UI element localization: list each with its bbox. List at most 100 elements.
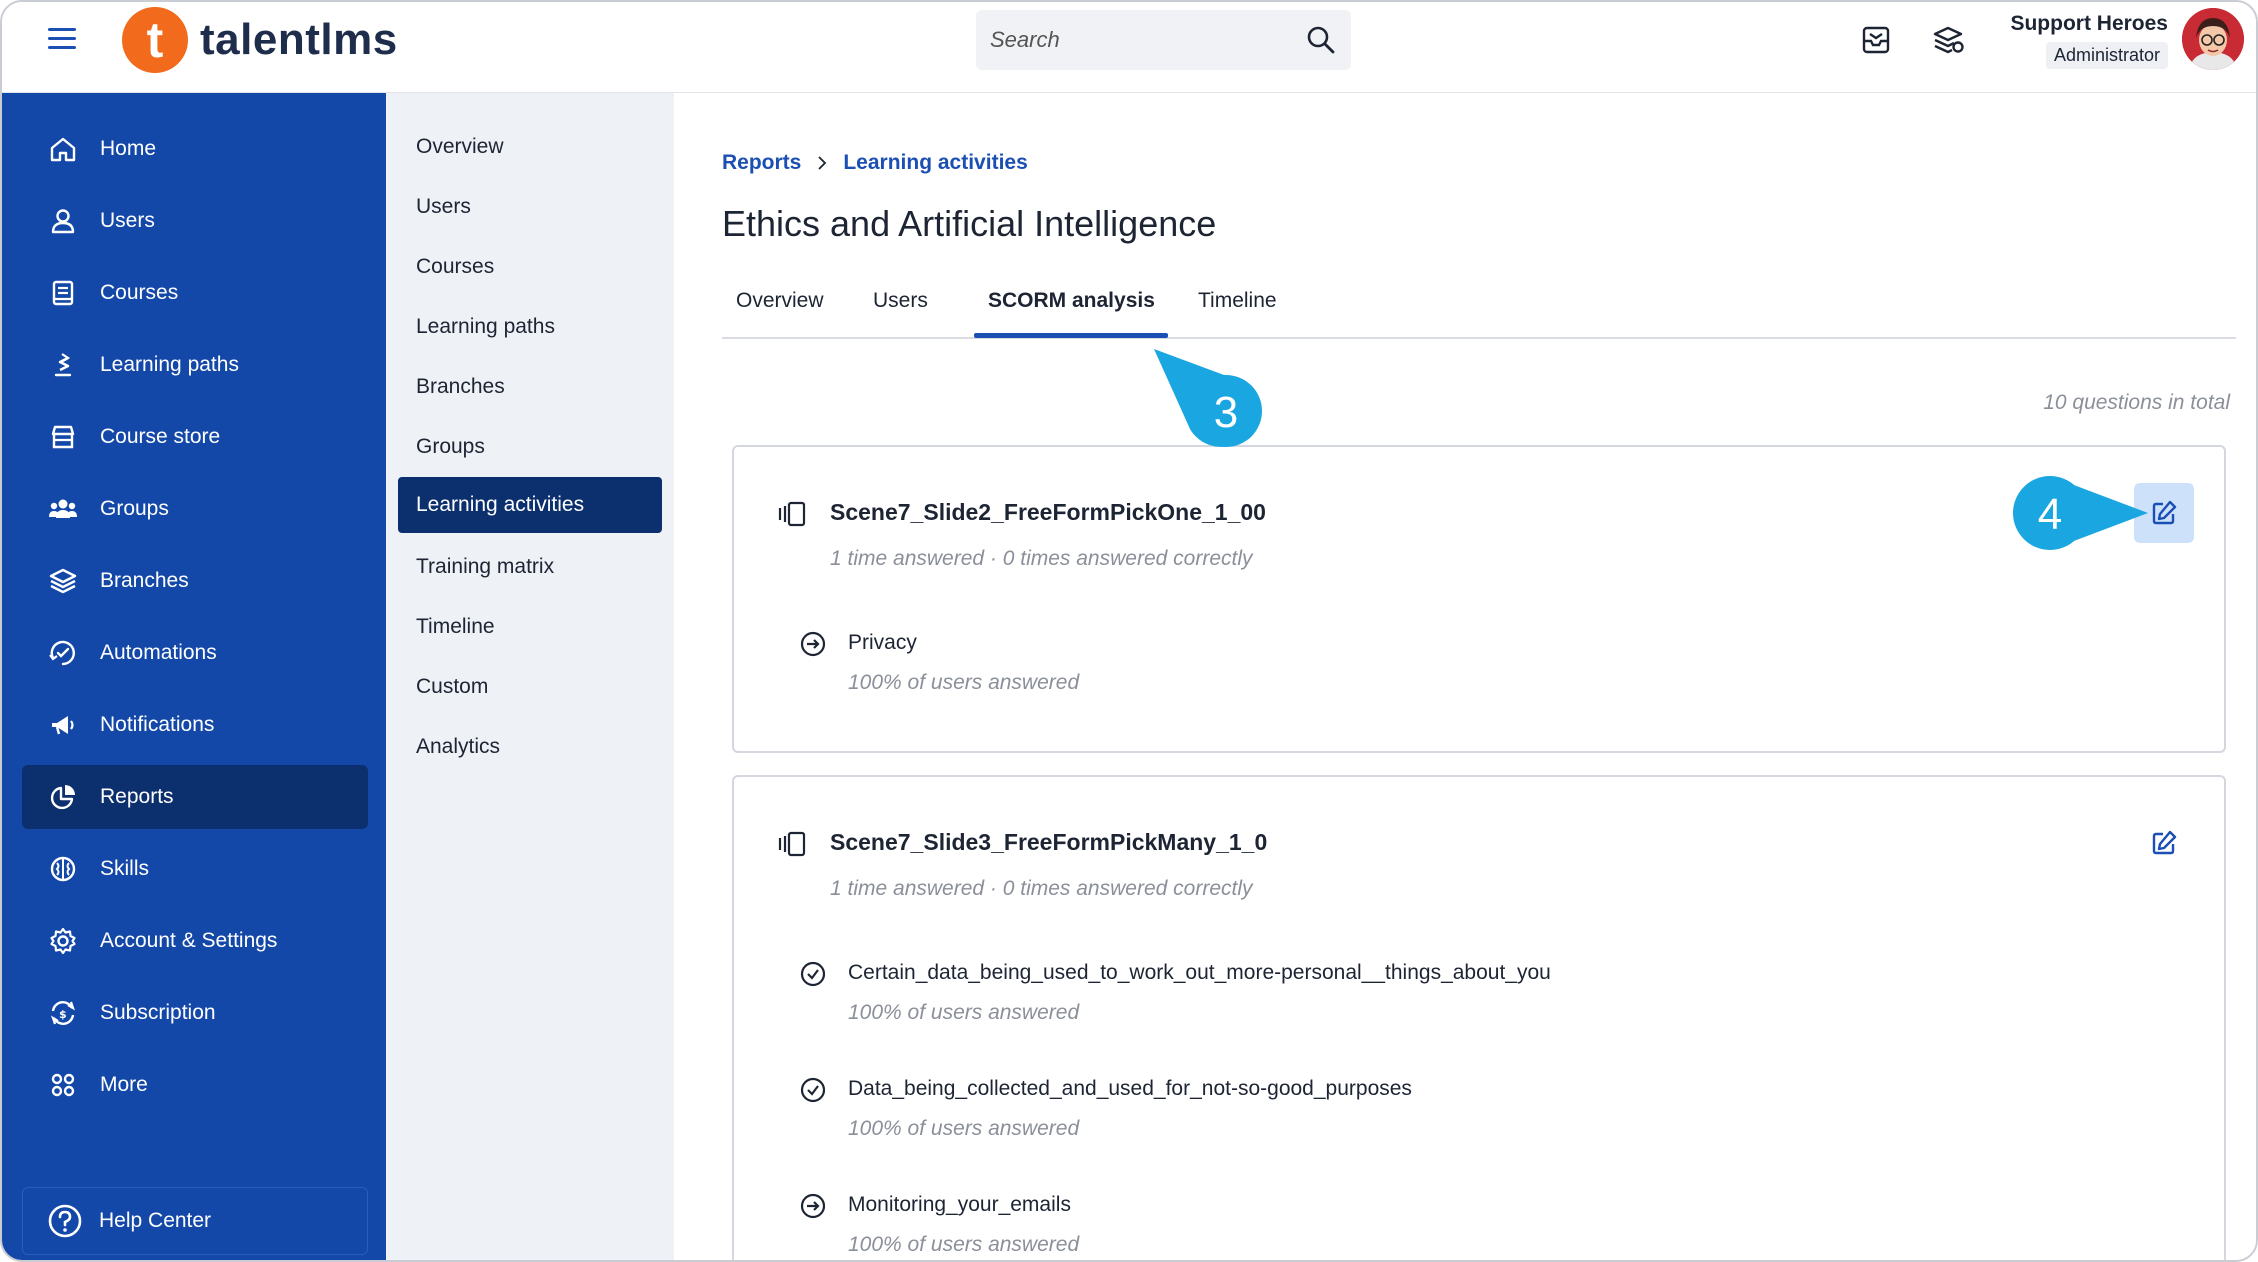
- answer-percentage: 100% of users answered: [848, 671, 1080, 694]
- callout-number: 3: [1214, 388, 1238, 437]
- sidebar-item-skills[interactable]: Skills: [22, 837, 368, 901]
- sidebar-item-label: More: [100, 1073, 148, 1096]
- subnav-item-label: Groups: [416, 435, 485, 458]
- subnav-item-branches[interactable]: Branches: [398, 359, 662, 415]
- step-callout-4: 4: [2013, 476, 2148, 550]
- sidebar-item-learning-paths[interactable]: Learning paths: [22, 333, 368, 397]
- chevron-right-icon: [818, 156, 827, 170]
- sidebar-item-groups[interactable]: Groups: [22, 477, 368, 541]
- pie-chart-icon: [46, 780, 80, 814]
- edit-question-button[interactable]: [2134, 813, 2194, 873]
- avatar[interactable]: [2182, 8, 2244, 70]
- subnav-item-label: Users: [416, 195, 471, 218]
- subnav-item-users[interactable]: Users: [398, 179, 662, 235]
- branches-switch-icon[interactable]: [1930, 22, 1966, 58]
- sidebar-item-more[interactable]: More: [22, 1053, 368, 1117]
- help-center-label: Help Center: [99, 1209, 212, 1232]
- arrow-circle-icon: [800, 631, 826, 657]
- search-input[interactable]: [990, 22, 1290, 58]
- main-content: Reports Learning activities Ethics and A…: [674, 93, 2256, 1260]
- sidebar-item-courses[interactable]: Courses: [22, 261, 368, 325]
- automation-icon: [46, 636, 80, 670]
- sidebar-item-label: Account & Settings: [100, 929, 278, 952]
- breadcrumb-reports[interactable]: Reports: [722, 151, 801, 175]
- question-meta: 1 time answered · 0 times answered corre…: [830, 877, 1253, 900]
- top-bar: t talentlms Support Heroes Administrator: [2, 2, 2256, 93]
- check-circle-icon: [800, 961, 826, 987]
- megaphone-icon: [46, 708, 80, 742]
- reports-subnav: Overview Users Courses Learning paths Br…: [386, 93, 674, 1260]
- question-meta: 1 time answered · 0 times answered corre…: [830, 547, 1253, 570]
- subnav-item-label: Learning paths: [416, 315, 555, 338]
- subnav-item-learning-activities[interactable]: Learning activities: [398, 477, 662, 533]
- sidebar-item-label: Subscription: [100, 1001, 216, 1024]
- check-circle-icon: [800, 1077, 826, 1103]
- tab-users[interactable]: Users: [873, 289, 928, 313]
- subnav-item-analytics[interactable]: Analytics: [398, 719, 662, 775]
- subnav-item-overview[interactable]: Overview: [398, 119, 662, 175]
- edit-icon: [2152, 830, 2177, 855]
- edit-icon: [2152, 500, 2177, 525]
- tab-bar: Overview Users SCORM analysis Timeline: [722, 277, 2236, 339]
- answer-label: Data_being_collected_and_used_for_not-so…: [848, 1077, 1412, 1100]
- subnav-item-label: Analytics: [416, 735, 501, 758]
- tab-scorm-analysis[interactable]: SCORM analysis: [988, 289, 1155, 313]
- sidebar: Home Users Courses Learning paths Course…: [2, 93, 386, 1260]
- tab-overview[interactable]: Overview: [736, 289, 824, 313]
- subnav-item-timeline[interactable]: Timeline: [398, 599, 662, 655]
- hamburger-menu-icon[interactable]: [48, 28, 76, 52]
- user-icon: [46, 204, 80, 238]
- sidebar-item-label: Automations: [100, 641, 217, 664]
- subnav-item-label: Branches: [416, 375, 505, 398]
- groups-icon: [46, 492, 80, 526]
- sidebar-item-label: Learning paths: [100, 353, 239, 376]
- sidebar-item-label: Course store: [100, 425, 221, 448]
- user-name[interactable]: Support Heroes: [2010, 12, 2168, 36]
- sidebar-item-reports[interactable]: Reports: [22, 765, 368, 829]
- help-icon: [48, 1204, 82, 1238]
- sidebar-item-home[interactable]: Home: [22, 117, 368, 181]
- answer-percentage: 100% of users answered: [848, 1117, 1080, 1140]
- sidebar-item-label: Branches: [100, 569, 189, 592]
- sidebar-item-notifications[interactable]: Notifications: [22, 693, 368, 757]
- book-icon: [46, 276, 80, 310]
- sidebar-item-label: Notifications: [100, 713, 215, 736]
- sidebar-item-subscription[interactable]: $ Subscription: [22, 981, 368, 1045]
- layers-icon: [46, 564, 80, 598]
- help-center-button[interactable]: Help Center: [22, 1187, 368, 1255]
- sidebar-item-account-settings[interactable]: Account & Settings: [22, 909, 368, 973]
- logo-text: talentlms: [200, 15, 398, 64]
- svg-text:$: $: [59, 1008, 67, 1021]
- answer-label: Monitoring_your_emails: [848, 1193, 1071, 1216]
- breadcrumb-learning-activities[interactable]: Learning activities: [843, 151, 1027, 175]
- search-icon[interactable]: [1305, 24, 1337, 56]
- subnav-item-learning-paths[interactable]: Learning paths: [398, 299, 662, 355]
- path-icon: [46, 348, 80, 382]
- sidebar-item-branches[interactable]: Branches: [22, 549, 368, 613]
- search-box: [976, 10, 1351, 70]
- app-window: t talentlms Support Heroes Administrator…: [0, 0, 2258, 1262]
- subnav-item-label: Overview: [416, 135, 504, 158]
- questions-total: 10 questions in total: [2043, 391, 2230, 414]
- sidebar-item-course-store[interactable]: Course store: [22, 405, 368, 469]
- sidebar-item-users[interactable]: Users: [22, 189, 368, 253]
- question-type-icon: [778, 501, 806, 527]
- logo-mark: t: [122, 7, 188, 73]
- subnav-item-courses[interactable]: Courses: [398, 239, 662, 295]
- tab-timeline[interactable]: Timeline: [1198, 289, 1277, 313]
- subnav-item-label: Timeline: [416, 615, 495, 638]
- subnav-item-training-matrix[interactable]: Training matrix: [398, 539, 662, 595]
- subnav-item-groups[interactable]: Groups: [398, 419, 662, 475]
- inbox-icon[interactable]: [1858, 22, 1894, 58]
- subnav-item-label: Custom: [416, 675, 489, 698]
- subnav-item-label: Learning activities: [416, 493, 585, 516]
- answer-label: Privacy: [848, 631, 917, 654]
- sidebar-item-automations[interactable]: Automations: [22, 621, 368, 685]
- subnav-item-custom[interactable]: Custom: [398, 659, 662, 715]
- logo[interactable]: t talentlms: [122, 7, 398, 73]
- sidebar-item-label: Home: [100, 137, 157, 160]
- home-icon: [46, 132, 80, 166]
- subscription-icon: $: [46, 996, 80, 1030]
- user-role-badge[interactable]: Administrator: [2045, 42, 2168, 69]
- breadcrumb: Reports Learning activities: [722, 151, 1028, 175]
